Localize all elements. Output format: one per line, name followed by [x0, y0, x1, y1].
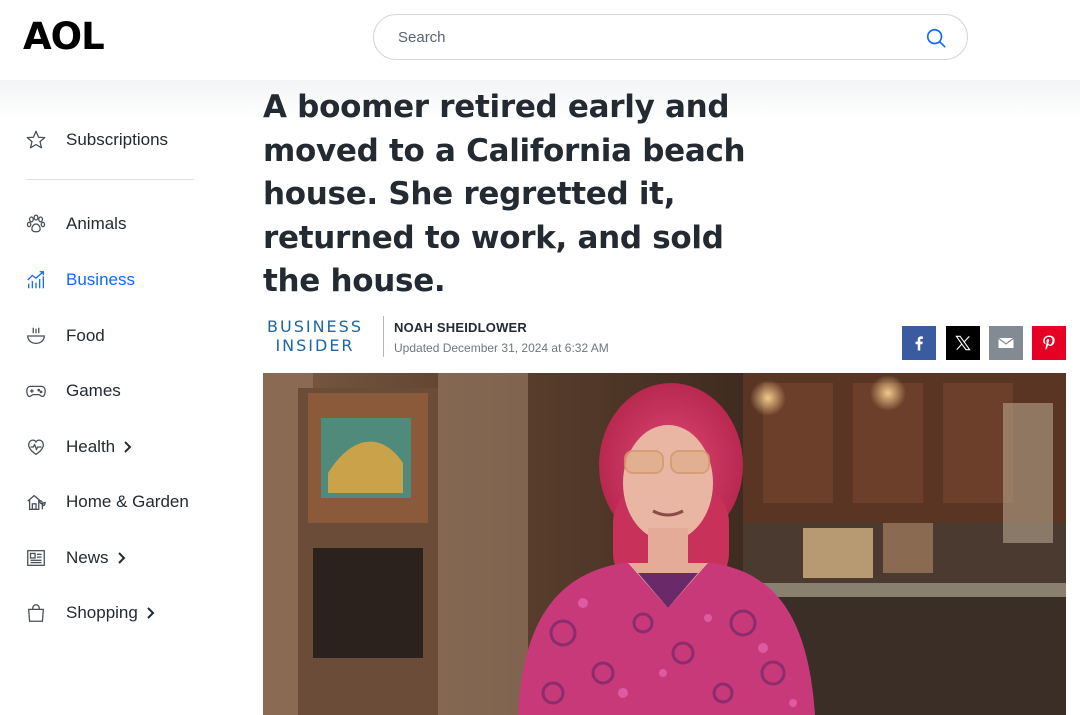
gamepad-icon	[24, 379, 48, 403]
pinterest-icon	[1043, 335, 1055, 350]
sidebar-item-games[interactable]: Games	[24, 373, 121, 409]
article-headline: A boomer retired early and moved to a Ca…	[263, 89, 746, 299]
sidebar-item-label: Subscriptions	[66, 130, 169, 149]
site-header: AOL	[0, 0, 1080, 80]
article-hero-image	[263, 373, 1066, 715]
aol-logo[interactable]: AOL	[23, 17, 105, 57]
author-name: NOAH SHEIDLOWER	[394, 320, 527, 335]
sidebar-item-label: Shopping	[66, 603, 138, 622]
byline: BUSINESS INSIDER NOAH SHEIDLOWER Updated…	[263, 316, 1063, 358]
sidebar-item-label: Food	[66, 326, 105, 345]
house-plant-icon	[24, 490, 48, 514]
chevron-right-icon[interactable]	[123, 440, 133, 454]
sidebar-divider	[26, 179, 194, 180]
sidebar-item-label: Business	[66, 270, 135, 289]
share-email-button[interactable]	[989, 326, 1023, 360]
source-logo-line: INSIDER	[275, 336, 355, 355]
sidebar-item-label: Games	[66, 381, 121, 400]
sidebar-item-news[interactable]: News	[24, 540, 127, 576]
source-logo-line: BUSINESS	[267, 317, 363, 336]
sidebar-item-label: Home & Garden	[66, 492, 189, 511]
facebook-icon	[915, 336, 923, 351]
star-icon	[24, 128, 48, 152]
sidebar-item-business[interactable]: Business	[24, 262, 135, 298]
sidebar-item-label: Health	[66, 437, 116, 456]
heart-icon	[24, 435, 48, 459]
search-icon[interactable]	[925, 27, 947, 49]
byline-divider	[383, 316, 384, 357]
sidebar-item-home-garden[interactable]: Home & Garden	[24, 484, 189, 520]
sidebar-item-label: News	[66, 548, 109, 567]
share-pinterest-button[interactable]	[1032, 326, 1066, 360]
shopping-bag-icon	[24, 601, 48, 625]
sidebar-item-shopping[interactable]: Shopping	[24, 595, 156, 631]
search-bar[interactable]	[373, 14, 968, 60]
mail-icon	[998, 337, 1014, 348]
search-input[interactable]	[398, 15, 918, 59]
bowl-icon	[24, 324, 48, 348]
newspaper-icon	[24, 546, 48, 570]
share-facebook-button[interactable]	[902, 326, 936, 360]
chevron-right-icon[interactable]	[117, 551, 127, 565]
sidebar-item-label: Animals	[66, 214, 127, 233]
sidebar-item-food[interactable]: Food	[24, 318, 105, 354]
sidebar-item-health[interactable]: Health	[24, 429, 133, 465]
chart-icon	[24, 268, 48, 292]
sidebar-item-animals[interactable]: Animals	[24, 206, 126, 242]
share-x-button[interactable]	[946, 326, 980, 360]
article-timestamp: Updated December 31, 2024 at 6:32 AM	[394, 341, 609, 355]
x-icon	[955, 335, 971, 351]
chevron-right-icon[interactable]	[146, 606, 156, 620]
sidebar-item-subscriptions[interactable]: Subscriptions	[24, 122, 168, 158]
paw-icon	[24, 212, 48, 236]
business-insider-logo[interactable]: BUSINESS INSIDER	[263, 317, 367, 355]
hero-photo	[263, 373, 1066, 715]
